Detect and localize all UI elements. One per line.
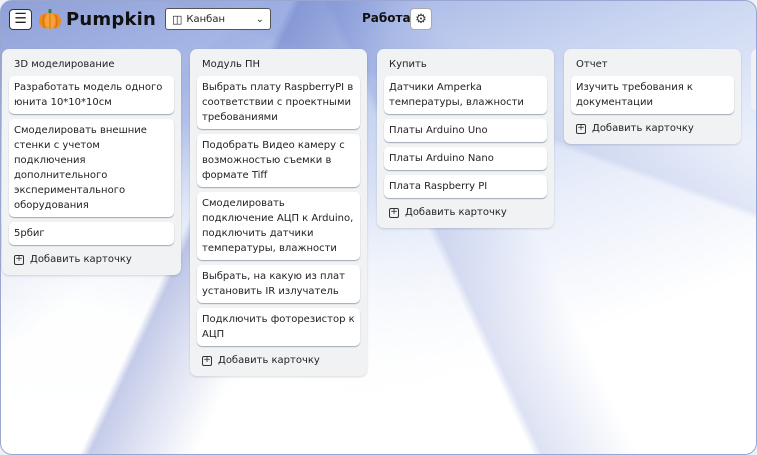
list-title[interactable]: Отчет: [571, 55, 734, 76]
plus-icon: +: [14, 254, 24, 265]
card[interactable]: Смоделировать внешние стенки с учетом по…: [9, 119, 174, 217]
card[interactable]: Платы Arduino Uno: [384, 119, 547, 142]
card[interactable]: Датчики Amperka температуры, влажности: [384, 76, 547, 114]
card[interactable]: 5рбиг: [9, 222, 174, 245]
list-report: Отчет Изучить требования к документации …: [564, 49, 741, 144]
list-partial: [751, 49, 756, 111]
view-select-value: Канбан: [186, 13, 226, 25]
board-title: Работа: [362, 11, 411, 25]
menu-button[interactable]: ☰: [9, 8, 32, 30]
add-card-label: Добавить карточку: [30, 254, 132, 265]
add-card-label: Добавить карточку: [218, 355, 320, 366]
gear-icon: ⚙: [415, 11, 427, 27]
logo[interactable]: Pumpkin: [38, 8, 156, 30]
view-select[interactable]: ◫ Канбан ⌄: [165, 8, 271, 30]
card[interactable]: Подключить фоторезистор к АЦП: [197, 308, 360, 346]
card[interactable]: Выбрать, на какую из плат установить IR …: [197, 265, 360, 303]
hamburger-icon: ☰: [14, 11, 27, 27]
add-card-label: Добавить карточку: [592, 123, 694, 134]
plus-icon: +: [202, 355, 212, 366]
list-buy: Купить Датчики Amperka температуры, влаж…: [377, 49, 554, 228]
list-3d-modeling: 3D моделирование Разработать модель одно…: [2, 49, 181, 275]
card[interactable]: Платы Arduino Nano: [384, 147, 547, 170]
app-window: ☰ Pumpkin ◫ Канбан ⌄ Работа ⚙ 3D моделир: [0, 0, 757, 455]
header: ☰ Pumpkin ◫ Канбан ⌄ Работа ⚙: [1, 1, 756, 37]
card[interactable]: Выбрать плату RaspberryPI в соответствии…: [197, 76, 360, 129]
list-title[interactable]: Модуль ПН: [197, 55, 360, 76]
settings-button[interactable]: ⚙: [410, 8, 432, 30]
list-title[interactable]: Купить: [384, 55, 547, 76]
card[interactable]: Изучить требования к документации: [571, 76, 734, 114]
card[interactable]: Разработать модель одного юнита 10*10*10…: [9, 76, 174, 114]
card[interactable]: Подобрать Видео камеру с возможностью съ…: [197, 134, 360, 187]
add-card-button[interactable]: + Добавить карточку: [571, 119, 734, 136]
add-card-button[interactable]: + Добавить карточку: [197, 351, 360, 368]
pumpkin-icon: [39, 9, 61, 29]
list-title[interactable]: 3D моделирование: [9, 55, 174, 76]
card[interactable]: Смоделировать подключение АЦП к Arduino,…: [197, 192, 360, 260]
add-card-label: Добавить карточку: [405, 207, 507, 218]
add-card-button[interactable]: + Добавить карточку: [384, 203, 547, 220]
logo-text: Pumpkin: [66, 8, 157, 30]
plus-icon: +: [389, 207, 399, 218]
add-card-button[interactable]: + Добавить карточку: [9, 250, 174, 267]
list-module-pn: Модуль ПН Выбрать плату RaspberryPI в со…: [190, 49, 367, 376]
board-icon: ◫: [172, 12, 183, 26]
card[interactable]: Плата Raspberry PI: [384, 175, 547, 198]
plus-icon: +: [576, 123, 586, 134]
chevron-down-icon: ⌄: [255, 13, 264, 25]
